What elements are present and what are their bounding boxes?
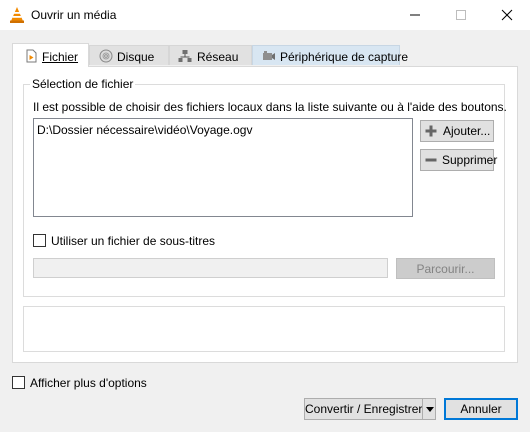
close-button[interactable] (484, 0, 530, 30)
file-selection-legend: Sélection de fichier (30, 77, 136, 91)
tab-fichier[interactable]: Fichier (12, 43, 89, 67)
cancel-label: Annuler (460, 402, 502, 416)
tab-peripherique-capture[interactable]: Périphérique de capture (252, 45, 408, 65)
maximize-icon (456, 10, 466, 20)
close-icon (501, 9, 513, 21)
add-file-button[interactable]: Ajouter... (420, 120, 494, 142)
maximize-button[interactable] (438, 0, 484, 30)
vlc-cone-icon (9, 6, 25, 24)
tab-reseau-label: Réseau (197, 50, 239, 64)
more-options-checkbox[interactable] (12, 376, 25, 389)
title-bar: Ouvrir un média (0, 0, 530, 30)
chevron-down-icon (426, 407, 434, 412)
browse-label: Parcourir... (416, 262, 475, 276)
window-title: Ouvrir un média (31, 8, 117, 22)
remove-file-label: Supprimer (442, 153, 498, 167)
minimize-button[interactable] (392, 0, 438, 30)
subtitle-path-input[interactable] (33, 258, 388, 278)
plus-icon (425, 125, 437, 140)
convert-save-label: Convertir / Enregistrer (305, 402, 423, 416)
tab-fichier-label: Fichier (42, 50, 79, 64)
minus-icon (425, 154, 437, 169)
file-icon (24, 49, 38, 63)
subtitles-checkbox-label[interactable]: Utiliser un fichier de sous-titres (51, 234, 215, 248)
more-options-label[interactable]: Afficher plus d'options (30, 376, 147, 390)
file-list[interactable]: D:\Dossier nécessaire\vidéo\Voyage.ogv (33, 118, 413, 217)
cancel-button[interactable]: Annuler (444, 398, 518, 420)
tab-disque-label: Disque (117, 50, 155, 64)
tab-reseau[interactable]: Réseau (169, 45, 252, 65)
convert-dropdown-button[interactable] (422, 398, 436, 420)
tab-panel-fichier: Sélection de fichier Il est possible de … (12, 66, 518, 363)
file-selection-description: Il est possible de choisir des fichiers … (33, 100, 507, 114)
subtitles-checkbox[interactable] (33, 234, 46, 247)
add-file-label: Ajouter... (443, 124, 491, 138)
tab-peripherique-label: Périphérique de capture (280, 50, 409, 64)
remove-file-button[interactable]: Supprimer (420, 149, 498, 171)
capture-device-icon (262, 49, 276, 63)
list-item[interactable]: D:\Dossier nécessaire\vidéo\Voyage.ogv (37, 123, 252, 137)
disc-icon (99, 49, 113, 63)
tab-disque[interactable]: Disque (89, 45, 169, 65)
network-icon (178, 49, 192, 63)
subtitles-group (23, 306, 505, 352)
browse-button[interactable]: Parcourir... (396, 258, 495, 279)
convert-save-button[interactable]: Convertir / Enregistrer (304, 398, 423, 420)
minimize-icon (410, 14, 420, 16)
